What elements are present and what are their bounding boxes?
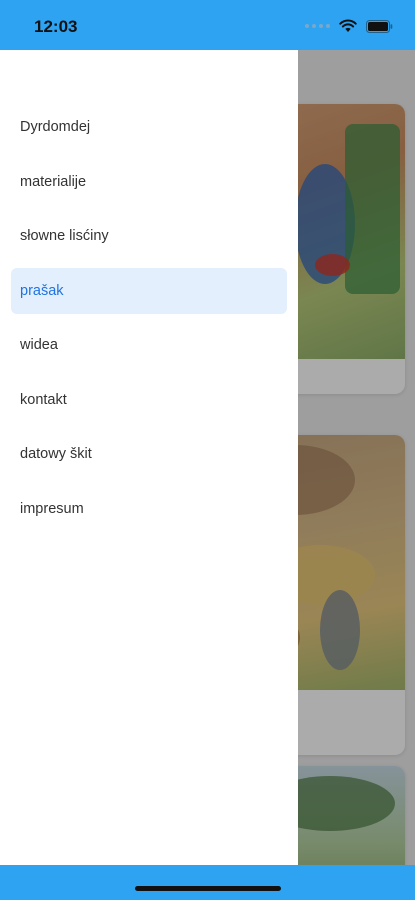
menu-item-widea[interactable]: widea: [11, 322, 287, 368]
navigation-drawer: Dyrdomdej materialije słowne lisćiny pra…: [0, 50, 298, 865]
menu-item-materialije[interactable]: materialije: [11, 159, 287, 205]
status-time: 12:03: [34, 17, 78, 36]
status-bar: 12:03: [0, 0, 415, 50]
menu-item-prasak[interactable]: prašak: [11, 267, 287, 314]
wifi-icon: [339, 19, 357, 32]
menu-item-datowy-skit[interactable]: datowy škit: [11, 431, 287, 477]
menu-item-kontakt[interactable]: kontakt: [11, 377, 287, 423]
signal-dots-icon: [305, 24, 330, 28]
battery-icon: [366, 19, 393, 33]
menu-item-dyrdomdej[interactable]: Dyrdomdej: [11, 104, 287, 150]
status-icons: [305, 17, 393, 35]
bottom-bar: [0, 865, 415, 900]
menu-item-impresum[interactable]: impresum: [11, 486, 287, 532]
menu-item-slowne-lisciny[interactable]: słowne lisćiny: [11, 213, 287, 259]
home-indicator[interactable]: [135, 886, 281, 891]
